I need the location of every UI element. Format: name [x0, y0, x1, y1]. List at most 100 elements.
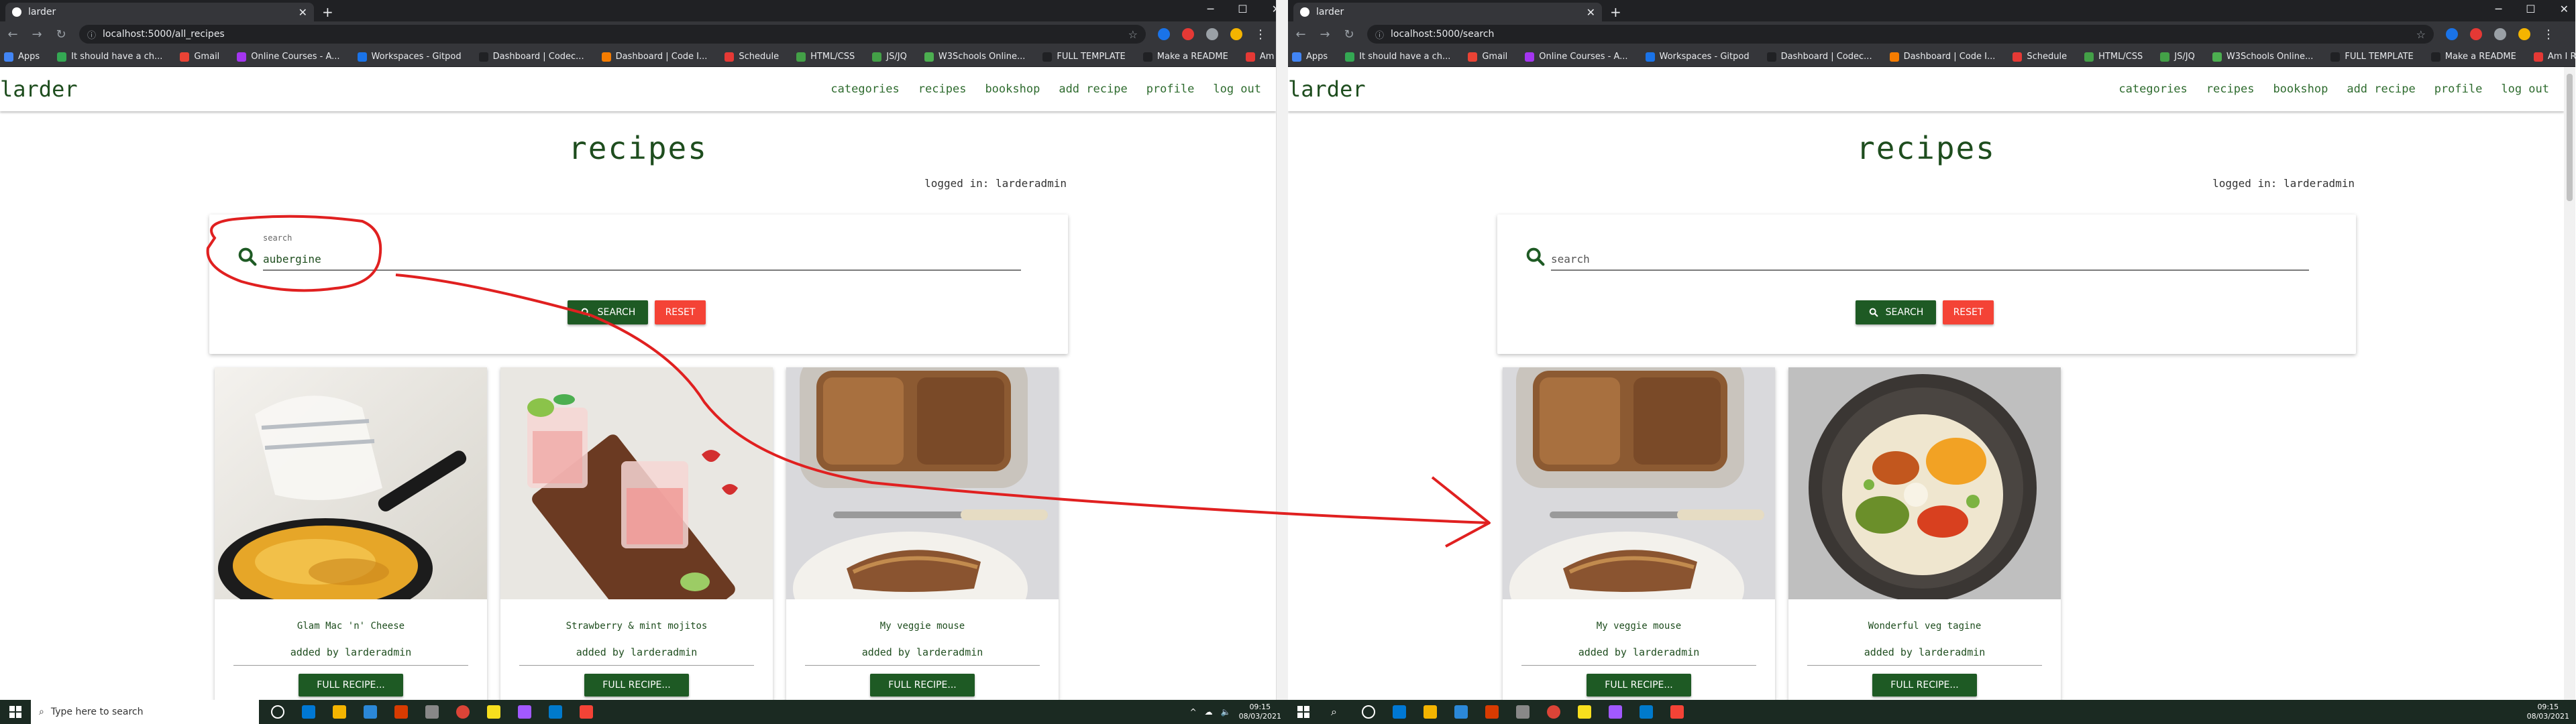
search-button[interactable]: SEARCH	[568, 300, 648, 324]
nav-link-bookshop[interactable]: bookshop	[985, 82, 1040, 96]
extension-icon[interactable]	[1182, 28, 1194, 40]
maximize-icon[interactable]: ☐	[2526, 3, 2535, 15]
nav-link-log-out[interactable]: log out	[1213, 82, 1261, 96]
bookmark-item[interactable]: It should have a ch...	[1345, 52, 1450, 62]
recipe-image-moussaka[interactable]	[1503, 367, 1775, 599]
address-bar[interactable]: ⓘ localhost:5000/search ☆	[1367, 25, 2434, 44]
brand-logo[interactable]: larder	[0, 76, 78, 102]
bookmark-item[interactable]: FULL TEMPLATE	[2330, 52, 2414, 62]
bookmark-item[interactable]: Dashboard | Codec...	[478, 52, 584, 62]
bookmark-item[interactable]: Online Courses - A...	[1525, 52, 1628, 62]
recipe-image-moussaka[interactable]	[786, 367, 1059, 599]
bookmark-star-icon[interactable]: ☆	[1128, 28, 1138, 41]
app-icon[interactable]	[1578, 705, 1591, 719]
mail-icon[interactable]	[1454, 705, 1468, 719]
close-tab-icon[interactable]: ✕	[299, 6, 307, 19]
bookmark-item[interactable]: W3Schools Online...	[2212, 52, 2313, 62]
recipe-image-mojitos[interactable]	[500, 367, 773, 599]
bookmark-item[interactable]: It should have a ch...	[57, 52, 162, 62]
clock[interactable]: 09:15 08/03/2021	[2527, 703, 2569, 721]
vscode-icon[interactable]	[549, 705, 562, 719]
browser-menu-icon[interactable]: ⋮	[1254, 27, 1267, 42]
mail-icon[interactable]	[364, 705, 377, 719]
minimize-icon[interactable]: ─	[1208, 3, 1214, 15]
chrome-icon[interactable]	[456, 705, 470, 719]
nav-link-recipes[interactable]: recipes	[918, 82, 967, 96]
close-window-icon[interactable]: ✕	[2560, 3, 2569, 15]
bookmark-item[interactable]: Workspaces - Gitpod	[1645, 52, 1750, 62]
bookmark-item[interactable]: Gmail	[1468, 52, 1507, 62]
back-icon[interactable]: ←	[1295, 27, 1307, 42]
nav-link-profile[interactable]: profile	[2434, 82, 2483, 96]
search-input[interactable]	[1551, 248, 2309, 271]
bookmark-item[interactable]: Schedule	[724, 52, 779, 62]
bookmark-item[interactable]: W3Schools Online...	[924, 52, 1025, 62]
minimize-icon[interactable]: ─	[2496, 3, 2502, 15]
nav-link-recipes[interactable]: recipes	[2206, 82, 2255, 96]
office-icon[interactable]	[1485, 705, 1499, 719]
extensions-puzzle-icon[interactable]	[2494, 28, 2506, 40]
nav-link-categories[interactable]: categories	[830, 82, 899, 96]
app-icon[interactable]	[1609, 705, 1622, 719]
vscode-icon[interactable]	[1640, 705, 1653, 719]
new-tab-icon[interactable]: +	[322, 4, 333, 20]
nav-link-categories[interactable]: categories	[2118, 82, 2187, 96]
chrome-icon[interactable]	[1547, 705, 1560, 719]
app-icon[interactable]	[1670, 705, 1684, 719]
full-recipe-button[interactable]: FULL RECIPE...	[1587, 674, 1691, 697]
file-explorer-icon[interactable]	[1424, 705, 1437, 719]
cortana-icon[interactable]	[1362, 705, 1375, 719]
info-icon[interactable]: ⓘ	[87, 28, 96, 41]
app-icon[interactable]	[518, 705, 531, 719]
office-icon[interactable]	[394, 705, 408, 719]
browser-tab[interactable]: larder ✕	[1293, 3, 1602, 21]
bookmark-item[interactable]: HTML/CSS	[796, 52, 855, 62]
network-icon[interactable]: ☁	[1205, 707, 1213, 717]
windows-start-icon[interactable]	[0, 700, 31, 724]
app-icon[interactable]	[425, 705, 439, 719]
windows-start-icon[interactable]	[1288, 700, 1319, 724]
reload-icon[interactable]: ↻	[1343, 27, 1355, 42]
new-tab-icon[interactable]: +	[1610, 4, 1621, 20]
app-icon[interactable]	[580, 705, 593, 719]
edge-icon[interactable]	[302, 705, 315, 719]
bookmark-item[interactable]: Apps	[4, 52, 40, 62]
reload-icon[interactable]: ↻	[55, 27, 67, 42]
search-button[interactable]: SEARCH	[1856, 300, 1936, 324]
app-icon[interactable]	[487, 705, 500, 719]
extension-icon[interactable]	[1158, 28, 1170, 40]
bookmark-item[interactable]: HTML/CSS	[2084, 52, 2143, 62]
maximize-icon[interactable]: ☐	[1238, 3, 1247, 15]
reset-button[interactable]: RESET	[655, 300, 706, 324]
bookmark-star-icon[interactable]: ☆	[2416, 28, 2426, 41]
browser-menu-icon[interactable]: ⋮	[2542, 27, 2555, 42]
info-icon[interactable]: ⓘ	[1375, 28, 1384, 41]
bookmark-item[interactable]: Dashboard | Code I...	[1889, 52, 1995, 62]
nav-link-add-recipe[interactable]: add recipe	[1059, 82, 1127, 96]
taskbar-search[interactable]: ⌕ Type here to search	[31, 700, 259, 724]
bookmark-item[interactable]: JS/JQ	[872, 52, 907, 62]
reset-button[interactable]: RESET	[1943, 300, 1994, 324]
bookmark-item[interactable]: FULL TEMPLATE	[1042, 52, 1126, 62]
bookmark-item[interactable]: Dashboard | Codec...	[1766, 52, 1872, 62]
bookmark-item[interactable]: Schedule	[2012, 52, 2067, 62]
volume-icon[interactable]: 🔈	[1221, 707, 1231, 717]
bookmark-item[interactable]: Make a README	[1142, 52, 1228, 62]
file-explorer-icon[interactable]	[333, 705, 346, 719]
clock[interactable]: 09:15 08/03/2021	[1239, 703, 1281, 721]
nav-link-bookshop[interactable]: bookshop	[2273, 82, 2328, 96]
recipe-image-mac-and-cheese[interactable]	[215, 367, 487, 599]
cortana-icon[interactable]	[271, 705, 284, 719]
bookmark-item[interactable]: Online Courses - A...	[237, 52, 340, 62]
search-input[interactable]	[263, 248, 1021, 271]
app-icon[interactable]	[1516, 705, 1529, 719]
bookmark-item[interactable]: Workspaces - Gitpod	[357, 52, 462, 62]
page-scrollbar[interactable]	[2564, 67, 2575, 700]
full-recipe-button[interactable]: FULL RECIPE...	[584, 674, 689, 697]
bookmark-item[interactable]: Am I Responsive?	[2533, 52, 2575, 62]
full-recipe-button[interactable]: FULL RECIPE...	[299, 674, 403, 697]
bookmark-item[interactable]: Apps	[1292, 52, 1328, 62]
nav-link-add-recipe[interactable]: add recipe	[2347, 82, 2415, 96]
extension-icon[interactable]	[2470, 28, 2482, 40]
bookmark-item[interactable]: Make a README	[2430, 52, 2516, 62]
